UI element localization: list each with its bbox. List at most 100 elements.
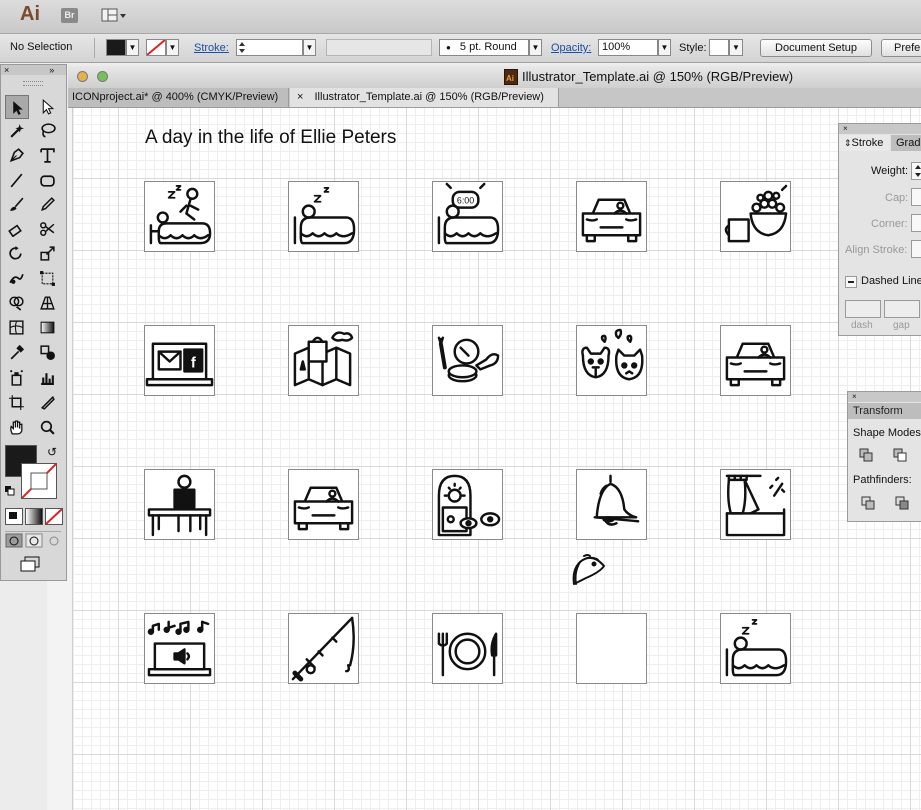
- stroke-color-box[interactable]: [21, 463, 57, 499]
- direct-selection-tool[interactable]: [36, 95, 58, 117]
- shape-builder-tool[interactable]: [5, 291, 27, 313]
- minimize-icon[interactable]: [77, 71, 88, 82]
- line-segment-tool[interactable]: [5, 169, 27, 191]
- mesh-tool[interactable]: [5, 316, 27, 338]
- pathfinder-panel-close[interactable]: ×: [848, 392, 921, 402]
- brush-definition[interactable]: ● 5 pt. Round: [439, 39, 529, 56]
- panel-grip[interactable]: [23, 81, 43, 86]
- scissors-tool[interactable]: [36, 217, 58, 239]
- blob-brush-tool[interactable]: [5, 217, 27, 239]
- laptop-social-icon[interactable]: f: [144, 325, 215, 396]
- bell-icon[interactable]: [576, 469, 647, 540]
- arrange-documents-button[interactable]: [101, 8, 127, 23]
- preferences-button[interactable]: Prefer: [881, 39, 921, 57]
- graphic-style-swatch[interactable]: [709, 39, 729, 56]
- rectangle-tool[interactable]: [36, 169, 58, 191]
- stroke-panel-close[interactable]: ×: [839, 124, 921, 134]
- align-center-button[interactable]: [911, 240, 921, 258]
- tools-panel-header[interactable]: ×»: [1, 65, 66, 75]
- fishing-rod-icon[interactable]: [288, 613, 359, 684]
- stroke-color-swatch[interactable]: [146, 39, 166, 56]
- close-tab-icon[interactable]: ×: [297, 91, 303, 103]
- corner-miter-button[interactable]: [911, 214, 921, 232]
- eyedropper-tool[interactable]: [5, 341, 27, 363]
- gap-field[interactable]: [884, 300, 920, 318]
- divide-button[interactable]: [860, 495, 876, 514]
- dashed-line-checkbox[interactable]: [845, 276, 857, 288]
- paintbrush-tool[interactable]: [5, 193, 27, 215]
- zoom-tool[interactable]: [36, 416, 58, 438]
- cap-butt-button[interactable]: [911, 188, 921, 206]
- fill-color-swatch[interactable]: [106, 39, 126, 56]
- warp-tool[interactable]: [5, 267, 27, 289]
- car-icon[interactable]: [720, 325, 791, 396]
- car-icon[interactable]: [288, 469, 359, 540]
- tab-transform[interactable]: Transform: [848, 403, 921, 419]
- map-shopping-bag-icon[interactable]: [288, 325, 359, 396]
- tab-illustrator-template[interactable]: × Illustrator_Template.ai @ 150% (RGB/Pr…: [290, 88, 559, 107]
- selection-tool[interactable]: [5, 95, 29, 119]
- tab-gradient[interactable]: Grad: [891, 135, 921, 151]
- weight-stepper[interactable]: [911, 162, 921, 180]
- tab-stroke[interactable]: ⇕Stroke: [839, 135, 889, 151]
- stroke-weight-dropdown[interactable]: ▼: [303, 39, 316, 56]
- shower-tub-icon[interactable]: [720, 469, 791, 540]
- fill-dropdown[interactable]: ▼: [126, 39, 139, 56]
- opacity-field[interactable]: 100%: [598, 39, 658, 56]
- document-setup-button[interactable]: Document Setup: [760, 39, 872, 57]
- taco-icon[interactable]: [570, 552, 608, 588]
- rotate-tool[interactable]: [5, 242, 27, 264]
- pets-with-hearts-icon[interactable]: [576, 325, 647, 396]
- breakfast-icon[interactable]: [720, 181, 791, 252]
- hand-tool[interactable]: [5, 416, 27, 438]
- slice-tool[interactable]: [36, 391, 58, 413]
- empty-icon-slot[interactable]: [576, 613, 647, 684]
- symbol-sprayer-tool[interactable]: [5, 366, 27, 388]
- none-mode-button[interactable]: [45, 508, 63, 525]
- sleeping-person-with-pet-icon[interactable]: [144, 181, 215, 252]
- dash-field[interactable]: [845, 300, 881, 318]
- opacity-panel-link[interactable]: Opacity:: [551, 42, 591, 54]
- car-icon[interactable]: [576, 181, 647, 252]
- opacity-dropdown[interactable]: ▼: [658, 39, 671, 56]
- pen-tool[interactable]: [5, 144, 27, 166]
- line-icon: [10, 173, 22, 187]
- sleeping-person-icon[interactable]: [720, 613, 791, 684]
- stroke-weight-field[interactable]: [236, 39, 303, 56]
- makeup-icon[interactable]: [432, 325, 503, 396]
- magic-wand-tool[interactable]: [5, 119, 27, 141]
- stroke-panel-link[interactable]: Stroke:: [194, 42, 229, 54]
- minus-front-button[interactable]: [892, 447, 908, 466]
- salon-dryer-nails-icon[interactable]: [432, 469, 503, 540]
- artboard-tool[interactable]: [5, 391, 27, 413]
- default-colors-icon[interactable]: [5, 486, 15, 496]
- laptop-music-icon[interactable]: [144, 613, 215, 684]
- pencil-tool[interactable]: [36, 193, 58, 215]
- type-tool[interactable]: [36, 144, 58, 166]
- person-at-desk-icon[interactable]: [144, 469, 215, 540]
- lasso-tool[interactable]: [36, 119, 58, 141]
- stroke-dropdown[interactable]: ▼: [166, 39, 179, 56]
- swap-fill-stroke-icon[interactable]: ↺: [47, 445, 57, 459]
- brush-dropdown[interactable]: ▼: [529, 39, 542, 56]
- tab-iconproject[interactable]: ICONproject.ai* @ 400% (CMYK/Preview): [68, 88, 289, 107]
- trim-button[interactable]: [894, 495, 910, 514]
- perspective-grid-tool[interactable]: [36, 291, 58, 313]
- zoom-icon[interactable]: [97, 71, 108, 82]
- plate-cutlery-icon[interactable]: [432, 613, 503, 684]
- variable-width-profile[interactable]: [326, 39, 432, 56]
- sleeping-person-icon[interactable]: [288, 181, 359, 252]
- column-graph-tool[interactable]: [36, 366, 58, 388]
- alarm-clock-bed-icon[interactable]: 6:00: [432, 181, 503, 252]
- scale-tool[interactable]: [36, 242, 58, 264]
- screen-mode-button[interactable]: [19, 555, 43, 572]
- color-mode-button[interactable]: [5, 508, 23, 525]
- gradient-tool[interactable]: [36, 316, 58, 338]
- blend-tool[interactable]: [36, 341, 58, 363]
- free-transform-tool[interactable]: [36, 267, 58, 289]
- unite-button[interactable]: [858, 447, 874, 466]
- scissors-icon: [39, 221, 54, 236]
- bridge-button[interactable]: Br: [61, 8, 78, 23]
- gradient-mode-button[interactable]: [25, 508, 43, 525]
- style-dropdown[interactable]: ▼: [729, 39, 743, 56]
